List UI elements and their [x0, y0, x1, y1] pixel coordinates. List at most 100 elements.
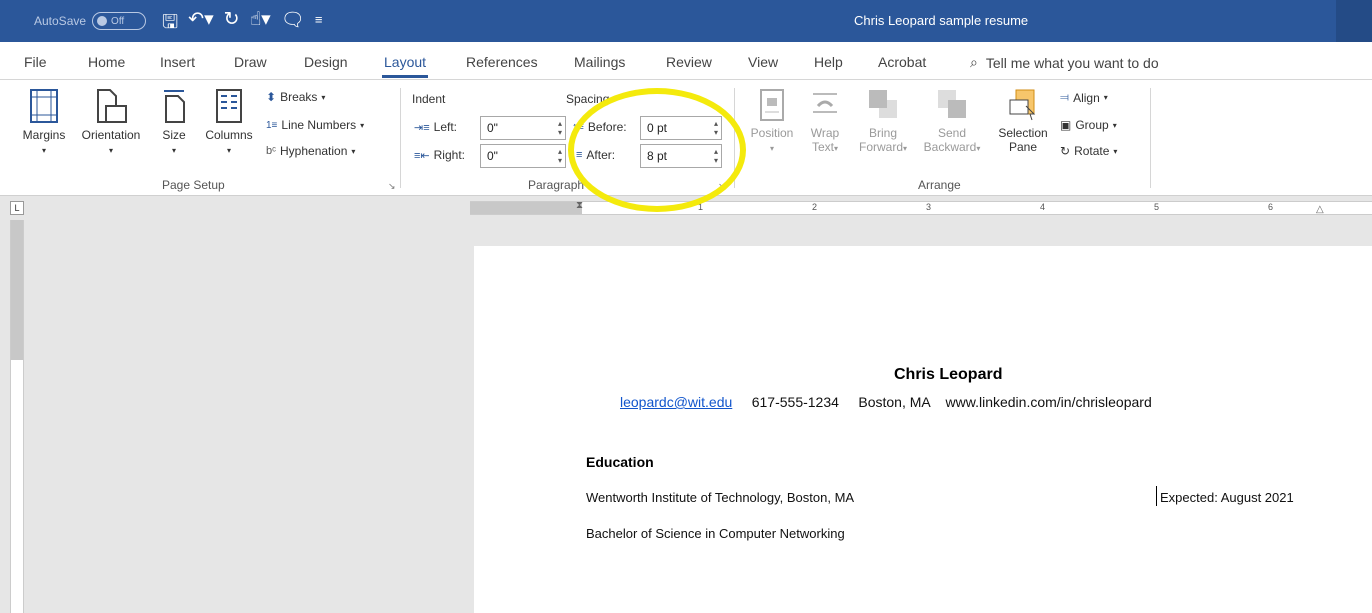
tab-references[interactable]: References: [466, 54, 538, 70]
group-button[interactable]: ▣ Group ▾: [1060, 118, 1117, 132]
title-bar-end: [1336, 0, 1372, 42]
indent-left-icon: ⇥≡: [414, 121, 430, 134]
margins-icon: [30, 89, 58, 123]
right-indent-marker-icon[interactable]: △: [1316, 204, 1324, 215]
phone-text: 617-555-1234: [751, 394, 839, 410]
spin-arrows-icon[interactable]: ▴ ▾: [558, 119, 562, 137]
breaks-button[interactable]: ⬍ Breaks ▾: [266, 90, 325, 104]
send-backward-label-2: Backward: [923, 140, 977, 154]
tab-layout[interactable]: Layout: [381, 54, 429, 78]
autosave-control[interactable]: AutoSave Off: [34, 12, 147, 30]
ruler-number: 6: [1268, 202, 1274, 212]
selection-pane-label-2: Pane: [1008, 140, 1038, 154]
paragraph-group-label: Paragraph: [528, 178, 585, 192]
selection-pane-button[interactable]: Selection Pane: [992, 88, 1054, 154]
columns-label: Columns: [205, 128, 253, 142]
tab-design[interactable]: Design: [304, 54, 348, 70]
location-text: Boston, MA: [858, 394, 930, 410]
tab-mailings[interactable]: Mailings: [574, 54, 625, 70]
rotate-icon: ↻: [1060, 144, 1071, 158]
horizontal-ruler[interactable]: 1 2 3 4 5 6 ⧗ △: [470, 200, 1372, 215]
resume-name: Chris Leopard: [894, 366, 1003, 383]
redo-icon[interactable]: ↻: [224, 8, 240, 40]
orientation-icon: [97, 89, 127, 123]
tell-me-search[interactable]: ⌕ Tell me what you want to do: [970, 54, 1159, 71]
group-separator: [400, 88, 401, 188]
bring-forward-label-2: Forward: [858, 140, 903, 154]
tab-draw[interactable]: Draw: [234, 54, 267, 70]
indent-right-label: Right:: [433, 148, 465, 162]
autosave-label: AutoSave: [34, 14, 87, 28]
save-icon[interactable]: 🖫: [162, 8, 178, 40]
autosave-state: Off: [111, 15, 125, 27]
wrap-text-label-1: Wrap: [810, 126, 840, 140]
linkedin-text: www.linkedin.com/in/chrisleopard: [945, 394, 1152, 410]
line-numbers-button[interactable]: 1≡ Line Numbers ▾: [266, 118, 364, 132]
send-backward-button[interactable]: Send Backward▾: [916, 88, 988, 154]
expected-date-text: Expected: August 2021: [1160, 490, 1294, 505]
vertical-ruler-margin: [11, 220, 23, 360]
indent-left-input[interactable]: 0" ▴ ▾: [480, 116, 566, 140]
group-icon: ▣: [1060, 118, 1072, 132]
selection-pane-icon: [1009, 89, 1036, 121]
indent-left-value: 0": [487, 121, 498, 135]
school-text: Wentworth Institute of Technology, Bosto…: [586, 490, 855, 505]
indent-right-value: 0": [487, 149, 498, 163]
contact-line: leopardc@wit.edu 617-555-1234 Boston, MA…: [620, 394, 1152, 410]
ruler-number: 5: [1154, 202, 1160, 212]
rotate-label: Rotate: [1074, 144, 1110, 158]
spin-arrows-icon[interactable]: ▴ ▾: [558, 147, 562, 165]
tab-acrobat[interactable]: Acrobat: [878, 54, 926, 70]
indent-right-icon: ≡⇤: [414, 149, 430, 162]
rotate-button[interactable]: ↻ Rotate ▾: [1060, 144, 1117, 158]
vertical-ruler[interactable]: [10, 220, 24, 613]
comment-icon[interactable]: 🗨: [281, 8, 305, 40]
hyphenation-label: Hyphenation: [280, 144, 348, 158]
document-page[interactable]: Chris Leopard leopardc@wit.edu 617-555-1…: [474, 246, 1372, 613]
hyphenation-button[interactable]: bᶜ Hyphenation ▾: [266, 144, 355, 158]
align-label: Align: [1073, 90, 1100, 105]
indent-right-label-group: ≡⇤ Right:: [414, 148, 465, 162]
page-setup-launcher-icon[interactable]: ↘: [388, 181, 396, 192]
send-backward-icon: [938, 90, 966, 118]
hyphenation-icon: bᶜ: [266, 145, 277, 157]
wrap-text-button[interactable]: Wrap Text▾: [800, 88, 850, 154]
undo-icon[interactable]: ↶▾: [188, 8, 213, 40]
tab-review[interactable]: Review: [666, 54, 712, 70]
tab-file[interactable]: File: [24, 54, 47, 70]
tab-home[interactable]: Home: [88, 54, 125, 70]
bring-forward-label-1: Bring: [868, 126, 897, 140]
wrap-text-label-2: Text: [811, 140, 834, 154]
indent-right-input[interactable]: 0" ▴ ▾: [480, 144, 566, 168]
search-icon: ⌕: [970, 54, 978, 70]
size-button[interactable]: Size ▾: [156, 88, 192, 156]
ruler-number: 2: [812, 202, 818, 212]
tell-me-text: Tell me what you want to do: [985, 54, 1159, 71]
page-setup-group-label: Page Setup: [162, 178, 225, 192]
columns-button[interactable]: Columns ▾: [198, 88, 260, 156]
text-cursor: [1156, 486, 1157, 506]
breaks-label: Breaks: [280, 90, 318, 104]
tab-view[interactable]: View: [748, 54, 778, 70]
orientation-button[interactable]: Orientation ▾: [74, 88, 148, 156]
margins-button[interactable]: Margins ▾: [18, 88, 70, 156]
autosave-toggle[interactable]: Off: [92, 12, 147, 30]
tab-help[interactable]: Help: [814, 54, 843, 70]
tab-selector-icon[interactable]: L: [10, 201, 24, 215]
tab-insert[interactable]: Insert: [160, 54, 195, 70]
email-link[interactable]: leopardc@wit.edu: [620, 394, 732, 410]
bring-forward-button[interactable]: Bring Forward▾: [852, 88, 914, 154]
indent-marker-icon[interactable]: ⧗: [576, 200, 583, 211]
line-numbers-icon: 1≡: [266, 119, 278, 131]
indent-left-label-group: ⇥≡ Left:: [414, 120, 457, 134]
customize-toolbar-icon[interactable]: ≡: [315, 8, 323, 40]
touch-mode-icon[interactable]: ☝▾: [250, 8, 271, 40]
title-bar: AutoSave Off 🖫 ↶▾ ↻ ☝▾ 🗨 ≡ Chris Leopard…: [0, 0, 1372, 42]
wrap-text-icon: [813, 93, 837, 113]
ruler-number: 3: [926, 202, 932, 212]
align-button[interactable]: ⫤ Align ▾: [1060, 90, 1108, 105]
position-label: Position: [750, 126, 794, 140]
position-button[interactable]: Position ▾: [744, 88, 800, 154]
degree-text: Bachelor of Science in Computer Networki…: [586, 526, 845, 541]
yellow-highlight-circle: [568, 88, 746, 212]
